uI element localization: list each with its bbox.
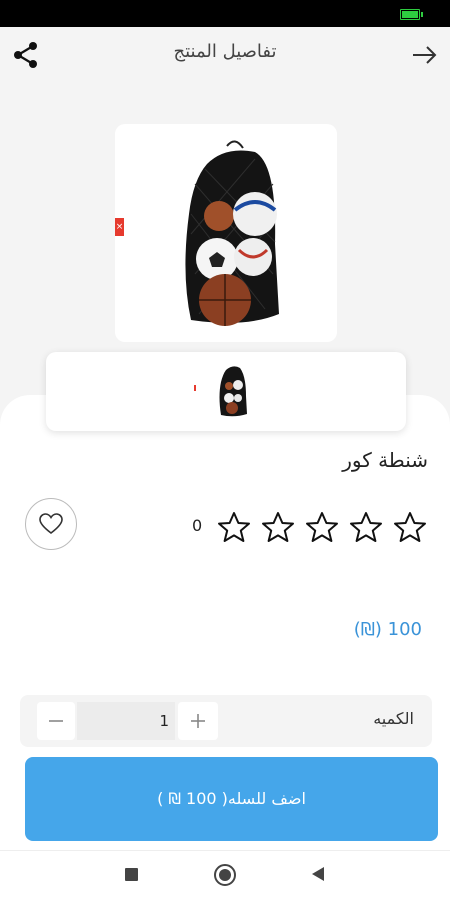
heart-icon [39, 513, 63, 535]
quantity-card: 1 الكميه [20, 695, 432, 747]
product-name: شنطة كور [342, 448, 428, 472]
thumbnail-strip [46, 352, 406, 431]
indicator-dot [194, 385, 196, 391]
star-outline-icon[interactable] [216, 510, 252, 546]
recent-apps-icon[interactable] [125, 868, 138, 881]
plus-icon [191, 714, 205, 728]
minus-icon [49, 720, 63, 722]
quantity-increase-button[interactable] [178, 702, 218, 740]
add-to-cart-button[interactable]: اضف للسله( 100 ₪ ) [25, 757, 438, 841]
quantity-value: 1 [159, 712, 169, 730]
red-tag: × [115, 218, 124, 236]
system-nav-bar [0, 850, 450, 901]
product-thumbnail[interactable] [216, 362, 250, 420]
quantity-decrease-button[interactable] [37, 702, 75, 740]
rating-stars[interactable] [216, 510, 428, 546]
page-title: تفاصيل المنتج [173, 41, 277, 62]
quantity-label: الكميه [373, 709, 414, 728]
product-price: 100 (₪) [353, 619, 422, 640]
home-icon[interactable] [214, 864, 236, 886]
app-bar: تفاصيل المنتج [0, 27, 450, 81]
star-outline-icon[interactable] [304, 510, 340, 546]
status-bar [0, 0, 450, 27]
star-outline-icon[interactable] [392, 510, 428, 546]
product-image[interactable] [115, 124, 337, 342]
favorite-button[interactable] [25, 498, 77, 550]
rating-count: 0 [192, 516, 203, 535]
star-outline-icon[interactable] [348, 510, 384, 546]
quantity-field[interactable]: 1 [77, 702, 175, 740]
star-outline-icon[interactable] [260, 510, 296, 546]
battery-icon [400, 9, 423, 20]
back-triangle-icon[interactable] [312, 867, 324, 881]
arrow-right-icon[interactable] [408, 39, 440, 71]
